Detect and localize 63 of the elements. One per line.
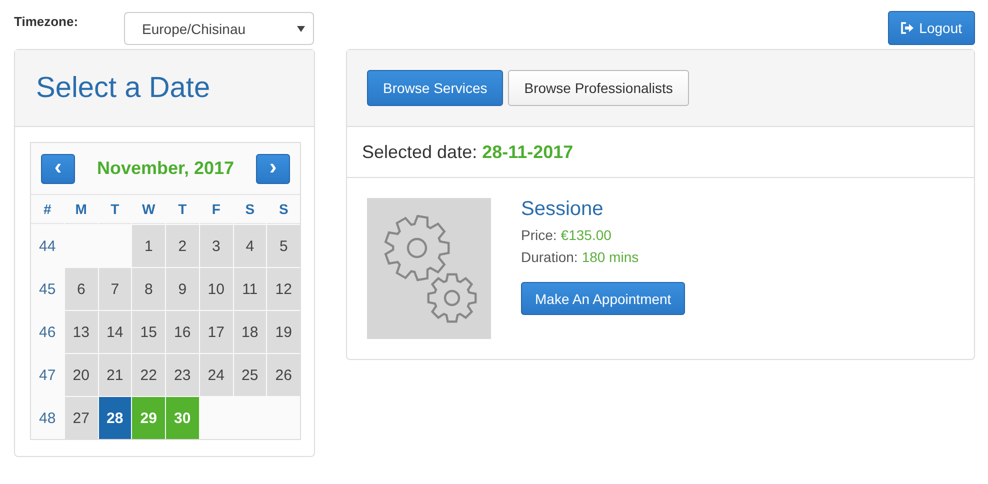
weekday-header: # bbox=[31, 195, 64, 224]
day-cell: 14 bbox=[98, 311, 132, 353]
day-cell: 1 bbox=[132, 225, 165, 267]
day-cell: 5 bbox=[267, 225, 300, 267]
browse-tab[interactable]: Browse Services bbox=[367, 70, 504, 106]
day-cell: 21 bbox=[98, 354, 132, 396]
timezone-label: Timezone: bbox=[14, 14, 80, 29]
day-cell: 7 bbox=[98, 268, 132, 310]
day-cell: 26 bbox=[267, 354, 300, 396]
weekday-header: S bbox=[234, 195, 266, 224]
day-cell: 6 bbox=[64, 268, 98, 310]
make-appointment-button[interactable]: Make An Appointment bbox=[521, 282, 686, 315]
duration-label: Duration: bbox=[521, 248, 578, 267]
week-number: 47 bbox=[38, 366, 57, 386]
day-cell: 22 bbox=[132, 354, 165, 396]
weekday-header: S bbox=[267, 195, 300, 224]
weekday-header: T bbox=[166, 195, 199, 224]
service-name: Sessione bbox=[521, 198, 604, 221]
day-cell[interactable]: 30 bbox=[166, 397, 199, 439]
selected-date: 28-11-2017 bbox=[482, 142, 574, 162]
day-cell: 25 bbox=[234, 354, 266, 396]
day-cell: 24 bbox=[200, 354, 232, 396]
day-cell: 16 bbox=[166, 311, 199, 353]
price-label: Price: bbox=[521, 226, 557, 245]
duration-value: 180 mins bbox=[582, 248, 639, 267]
day-cell: 8 bbox=[132, 268, 165, 310]
previous-month-button[interactable]: ‹ bbox=[41, 154, 75, 184]
day-cell: 15 bbox=[132, 311, 165, 353]
day-cell[interactable]: 28 bbox=[98, 397, 132, 439]
gears-icon bbox=[384, 215, 478, 324]
week-number: 44 bbox=[38, 236, 57, 256]
day-cell: 9 bbox=[166, 268, 199, 310]
timezone-select[interactable]: Europe/Chisinau bbox=[124, 12, 314, 45]
day-cell: 23 bbox=[166, 354, 199, 396]
day-cell: 12 bbox=[267, 268, 300, 310]
logout-button[interactable]: Logout bbox=[888, 11, 975, 45]
day-cell: 2 bbox=[166, 225, 199, 267]
next-month-button[interactable]: › bbox=[256, 154, 290, 184]
weekday-header: F bbox=[200, 195, 232, 224]
day-cell: 27 bbox=[64, 397, 98, 439]
week-number: 46 bbox=[38, 322, 57, 342]
week-number: 48 bbox=[38, 408, 57, 428]
weekday-header: M bbox=[64, 195, 98, 224]
price-value: €135.00 bbox=[560, 226, 612, 245]
selected-date-label: Selected date: bbox=[362, 142, 478, 162]
day-cell: 19 bbox=[267, 311, 300, 353]
day-cell: 20 bbox=[64, 354, 98, 396]
weekday-header: W bbox=[132, 195, 165, 224]
day-cell: 3 bbox=[200, 225, 232, 267]
day-cell: 17 bbox=[200, 311, 232, 353]
day-cell: 18 bbox=[234, 311, 266, 353]
day-cell: 11 bbox=[234, 268, 266, 310]
week-number: 45 bbox=[38, 280, 57, 300]
day-cell: 4 bbox=[234, 225, 266, 267]
day-cell[interactable]: 29 bbox=[132, 397, 165, 439]
day-cell: 13 bbox=[64, 311, 98, 353]
month-title: November, 2017 bbox=[96, 158, 234, 179]
weekday-header: T bbox=[98, 195, 132, 224]
sign-out-icon bbox=[901, 22, 914, 34]
dropdown-caret-icon bbox=[297, 26, 305, 32]
day-cell: 10 bbox=[200, 268, 232, 310]
browse-tab[interactable]: Browse Professionalists bbox=[508, 70, 689, 106]
panel-title: Select a Date bbox=[36, 72, 210, 104]
